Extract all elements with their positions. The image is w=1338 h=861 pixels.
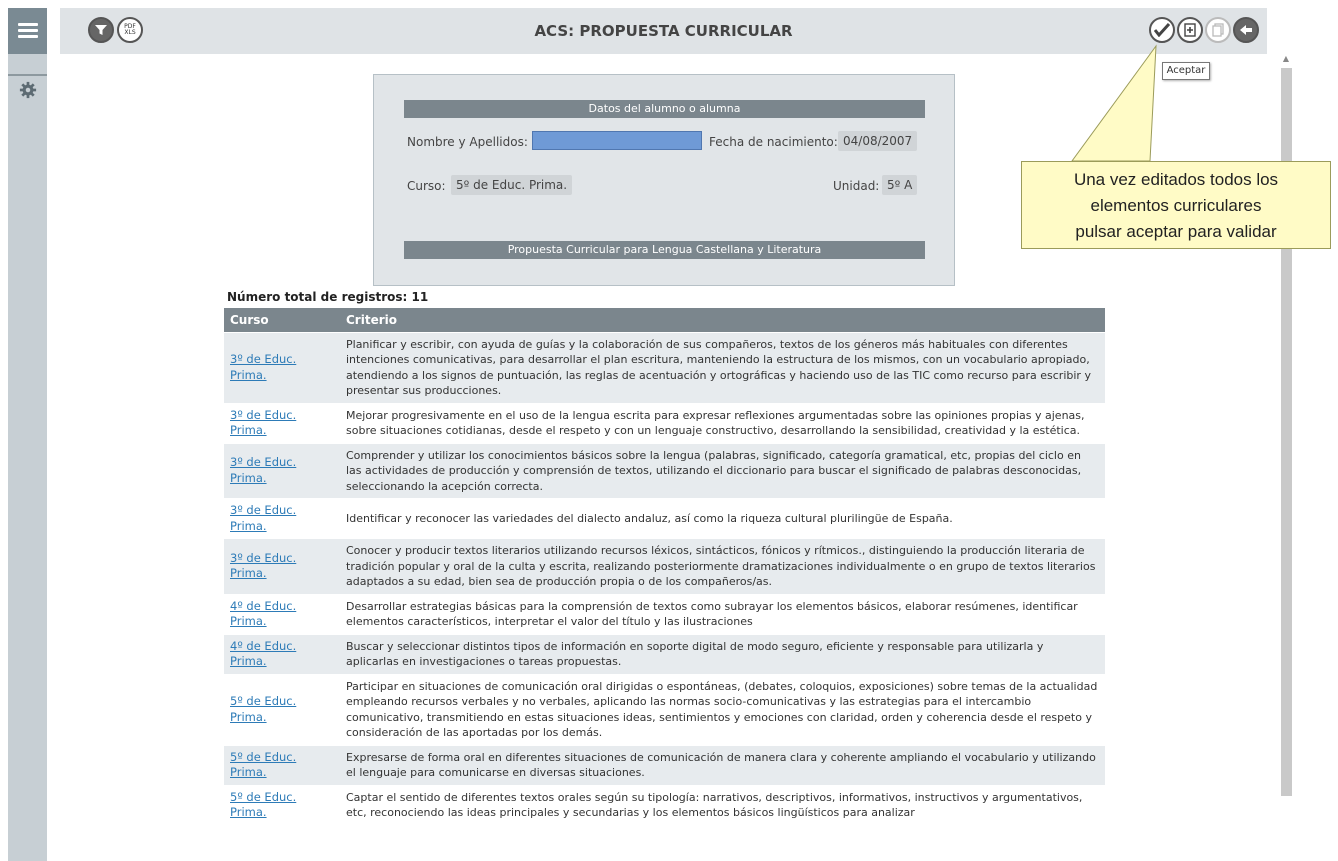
filter-button[interactable] [88,17,114,43]
table-row: 3º de Educ. Prima. Comprender y utilizar … [224,442,1105,499]
course-link[interactable]: 3º de Educ. Prima. [224,498,340,539]
add-document-icon [1184,23,1196,37]
table-row: 4º de Educ. Prima. Desarrollar estrategia… [224,593,1105,634]
name-label: Nombre y Apellidos: [407,135,528,149]
criterion-text: Expresarse de forma oral en diferentes s… [340,744,1105,785]
page-title: ACS: PROPUESTA CURRICULAR [534,22,793,40]
back-button[interactable] [1233,17,1259,43]
student-data-panel: Datos del alumno o alumna Nombre y Apell… [373,74,955,286]
course-link[interactable]: 3º de Educ. Prima. [224,538,340,594]
top-toolbar: ACS: PROPUESTA CURRICULAR PDF XLS [60,8,1267,54]
course-link[interactable]: 5º de Educ. Prima. [224,744,340,785]
copy-document-button[interactable] [1205,17,1231,43]
table-row: 3º de Educ. Prima. Planificar y escribir,… [224,331,1105,403]
criterion-text: Participar en situaciones de comunicació… [340,673,1105,745]
copy-document-icon [1212,23,1224,37]
callout-line-1: Una vez editados todos los [1073,170,1279,189]
student-name-field[interactable] [532,131,702,150]
criterion-text: Planificar y escribir, con ayuda de guía… [340,331,1105,403]
curricular-proposal-header: Propuesta Curricular para Lengua Castell… [404,241,925,259]
birthdate-value: 04/08/2007 [838,131,918,151]
filter-icon [95,25,107,35]
table-row: 5º de Educ. Prima. Participar en situacio… [224,673,1105,745]
criterion-text: Identificar y reconocer las variedades d… [340,498,1105,539]
criteria-table: Curso Criterio 3º de Educ. Prima. Planifi… [224,308,1105,825]
pdf-xls-export-button[interactable]: PDF XLS [117,17,143,43]
accept-tooltip: Aceptar [1162,62,1210,80]
unit-label: Unidad: [833,179,880,193]
left-sidebar [8,8,47,861]
table-header-row: Curso Criterio [224,308,1105,332]
table-row: 5º de Educ. Prima. Expresarse de forma or… [224,744,1105,785]
criterion-text: Mejorar progresivamente en el uso de la … [340,402,1105,443]
student-data-header: Datos del alumno o alumna [404,100,925,118]
help-callout: Una vez editados todos los elementos cur… [1021,161,1331,249]
birthdate-label: Fecha de nacimiento: [709,135,838,149]
course-link[interactable]: 4º de Educ. Prima. [224,633,340,674]
course-label: Curso: [407,179,446,193]
course-link[interactable]: 3º de Educ. Prima. [224,442,340,499]
criterion-text: Comprender y utilizar los conocimientos … [340,442,1105,499]
table-row: 3º de Educ. Prima. Mejorar progresivament… [224,402,1105,443]
back-arrow-icon [1240,25,1252,35]
accept-button[interactable] [1149,17,1175,43]
criterion-text: Conocer y producir textos literarios uti… [340,538,1105,594]
table-row: 3º de Educ. Prima. Identificar y reconoce… [224,498,1105,539]
table-row: 3º de Educ. Prima. Conocer y producir tex… [224,538,1105,594]
column-header-criterion[interactable]: Criterio [340,308,1105,332]
callout-line-2: elementos curriculares [1090,196,1262,215]
criterion-text: Buscar y seleccionar distintos tipos de … [340,633,1105,674]
checkmark-icon [1154,23,1170,37]
course-link[interactable]: 5º de Educ. Prima. [224,784,340,825]
hamburger-menu-button[interactable] [8,8,47,54]
hamburger-icon [17,23,38,39]
course-link[interactable]: 3º de Educ. Prima. [224,331,340,403]
records-total: Número total de registros: 11 [227,290,429,304]
criterion-text: Desarrollar estrategias básicas para la … [340,593,1105,634]
course-value: 5º de Educ. Prima. [451,175,573,195]
course-link[interactable]: 5º de Educ. Prima. [224,673,340,745]
criterion-text: Captar el sentido de diferentes textos o… [340,784,1105,825]
table-row: 4º de Educ. Prima. Buscar y seleccionar d… [224,633,1105,674]
column-header-course[interactable]: Curso [224,308,340,332]
course-link[interactable]: 3º de Educ. Prima. [224,402,340,443]
settings-gear-button[interactable] [8,74,47,104]
table-row: 5º de Educ. Prima. Captar el sentido de d… [224,784,1105,825]
unit-value: 5º A [882,175,918,195]
gear-icon [19,81,36,99]
add-document-button[interactable] [1177,17,1203,43]
callout-line-3: pulsar aceptar para validar [1075,222,1277,241]
pdf-xls-export-icon: PDF XLS [124,23,136,36]
scroll-up-arrow[interactable]: ▲ [1280,54,1292,68]
course-link[interactable]: 4º de Educ. Prima. [224,593,340,634]
